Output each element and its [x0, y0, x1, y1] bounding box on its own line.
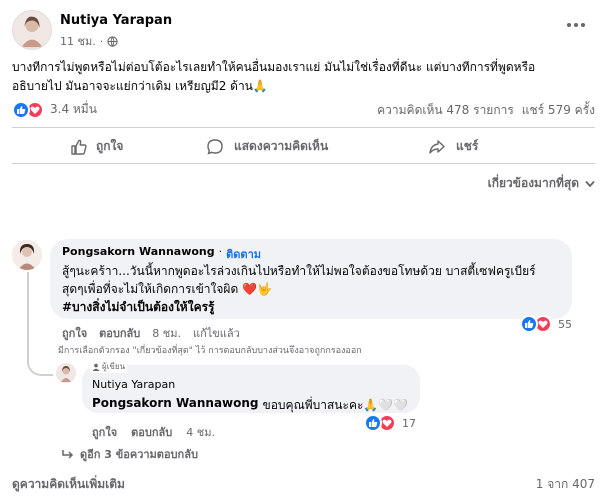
profile-photo-icon — [12, 240, 42, 270]
comment-header: Pongsakorn Wannawong · ติดตาม — [62, 245, 261, 263]
like-button[interactable]: ถูกใจ — [70, 137, 123, 156]
like-reaction-icon — [364, 414, 382, 432]
more-replies-link[interactable]: ดูอีก 3 ข้อความตอบกลับ — [62, 445, 198, 463]
like-button-label: ถูกใจ — [96, 139, 124, 153]
thread-line — [27, 272, 53, 376]
comment-button[interactable]: แสดงความคิดเห็น — [206, 137, 328, 156]
author-badge-label: ผู้เขียน — [102, 362, 126, 371]
post-time[interactable]: 11 ชม. — [60, 32, 96, 50]
reply-reactions[interactable]: 17 — [364, 414, 416, 432]
profile-photo-icon — [13, 11, 51, 49]
author-badge: ผู้เขียน — [90, 360, 128, 373]
comment-filter-dropdown[interactable]: เกี่ยวข้องมากที่สุด — [488, 174, 595, 193]
reply-time[interactable]: 4 ชม. — [186, 423, 215, 441]
shares-count[interactable]: แชร์ 579 ครั้ง — [522, 101, 595, 120]
engagement-counts: ความคิดเห็น 478 รายการ แชร์ 579 ครั้ง — [377, 101, 595, 120]
comment-icon — [207, 138, 223, 155]
like-reaction-icon — [12, 100, 30, 119]
share-button[interactable]: แชร์ — [428, 137, 478, 156]
post-text-line: อธิบายไป มันอาจจะแย่กว่าเดิม เหรียญมี2 ด… — [12, 79, 268, 93]
reply-reaction-count: 17 — [402, 416, 416, 430]
more-replies-label: ดูอีก 3 ข้อความตอบกลับ — [80, 448, 198, 461]
comment-reaction-count: 55 — [558, 317, 572, 331]
comment-actions: ถูกใจ ตอบกลับ 8 ชม. แก้ไขแล้ว — [62, 324, 240, 342]
commenter-avatar[interactable] — [12, 240, 42, 270]
divider — [12, 163, 595, 164]
mention-link[interactable]: Pongsakorn Wannawong — [92, 396, 259, 415]
more-options-icon[interactable] — [567, 18, 591, 32]
comment-text-line: สุดๆเพื่อที่จะไม่ให้เกิดการเข้าใจผิด ❤️🤟 — [62, 282, 272, 296]
comment-like-button[interactable]: ถูกใจ — [62, 324, 87, 342]
reply-actions: ถูกใจ ตอบกลับ 4 ชม. — [92, 423, 215, 441]
reaction-count[interactable]: 3.4 หมื่น — [50, 100, 97, 119]
profile-photo-icon — [56, 363, 76, 383]
comment-pagination: 1 จาก 407 — [535, 477, 595, 491]
comment-reactions[interactable]: 55 — [520, 315, 572, 333]
comment-text: สู้ๆนะคร้าา...วันนี้หากพูดอะไรล่วงเกินไป… — [62, 262, 568, 316]
reply-arrow-icon — [62, 450, 74, 459]
reply-text-body: ขอบคุณพี่บาสนะคะ🙏🤍🤍 — [262, 398, 409, 412]
comment-button-label: แสดงความคิดเห็น — [234, 139, 329, 153]
reply-reply-button[interactable]: ตอบกลับ — [131, 423, 172, 441]
comment-filter-label: เกี่ยวข้องมากที่สุด — [487, 176, 579, 190]
post-text-line: บางทีการไม่พูดหรือไม่ต่อบโต้อะไรเลยทำให้… — [12, 60, 536, 74]
more-comments-link[interactable]: ดูความคิดเห็นเพิ่มเติม — [12, 475, 125, 494]
chevron-down-icon — [585, 180, 595, 187]
reply-author-name[interactable]: Nutiya Yarapan — [92, 378, 175, 391]
reply-text: Pongsakorn Wannawong ขอบคุณพี่บาสนะคะ🙏🤍🤍 — [92, 396, 408, 415]
comment-reply-button[interactable]: ตอบกลับ — [99, 324, 140, 342]
share-icon — [429, 139, 445, 154]
post-author-name[interactable]: Nutiya Yarapan — [60, 13, 172, 28]
comment-time[interactable]: 8 ชม. — [152, 324, 181, 342]
share-button-label: แชร์ — [456, 139, 479, 153]
author-badge-icon — [92, 363, 100, 371]
comments-count[interactable]: ความคิดเห็น 478 รายการ — [377, 101, 514, 120]
comment-text-line: สู้ๆนะคร้าา...วันนี้หากพูดอะไรล่วงเกินไป… — [62, 264, 536, 278]
filter-note: มีการเลือกตัวกรอง "เกี่ยวข้องที่สุด" ไว้… — [58, 346, 362, 356]
post-author-avatar[interactable] — [12, 10, 52, 50]
reply-author-avatar[interactable] — [56, 363, 76, 383]
post-text: บางทีการไม่พูดหรือไม่ต่อบโต้อะไรเลยทำให้… — [12, 58, 597, 96]
thumbs-up-icon — [71, 139, 87, 155]
commenter-name[interactable]: Pongsakorn Wannawong — [62, 245, 215, 263]
comment-edited-label: แก้ไขแล้ว — [192, 327, 240, 340]
reply-like-button[interactable]: ถูกใจ — [92, 423, 117, 441]
globe-icon — [107, 35, 118, 47]
hashtag-link[interactable]: #บางสิ่งไม่จำเป็นต้องให้ใครรู้ — [62, 298, 568, 316]
like-reaction-icon — [520, 315, 538, 333]
follow-button[interactable]: ติดตาม — [226, 245, 261, 263]
divider — [12, 127, 595, 128]
reaction-summary[interactable]: 3.4 หมื่น — [12, 100, 97, 119]
post-meta: 11 ชม. · — [60, 32, 118, 50]
